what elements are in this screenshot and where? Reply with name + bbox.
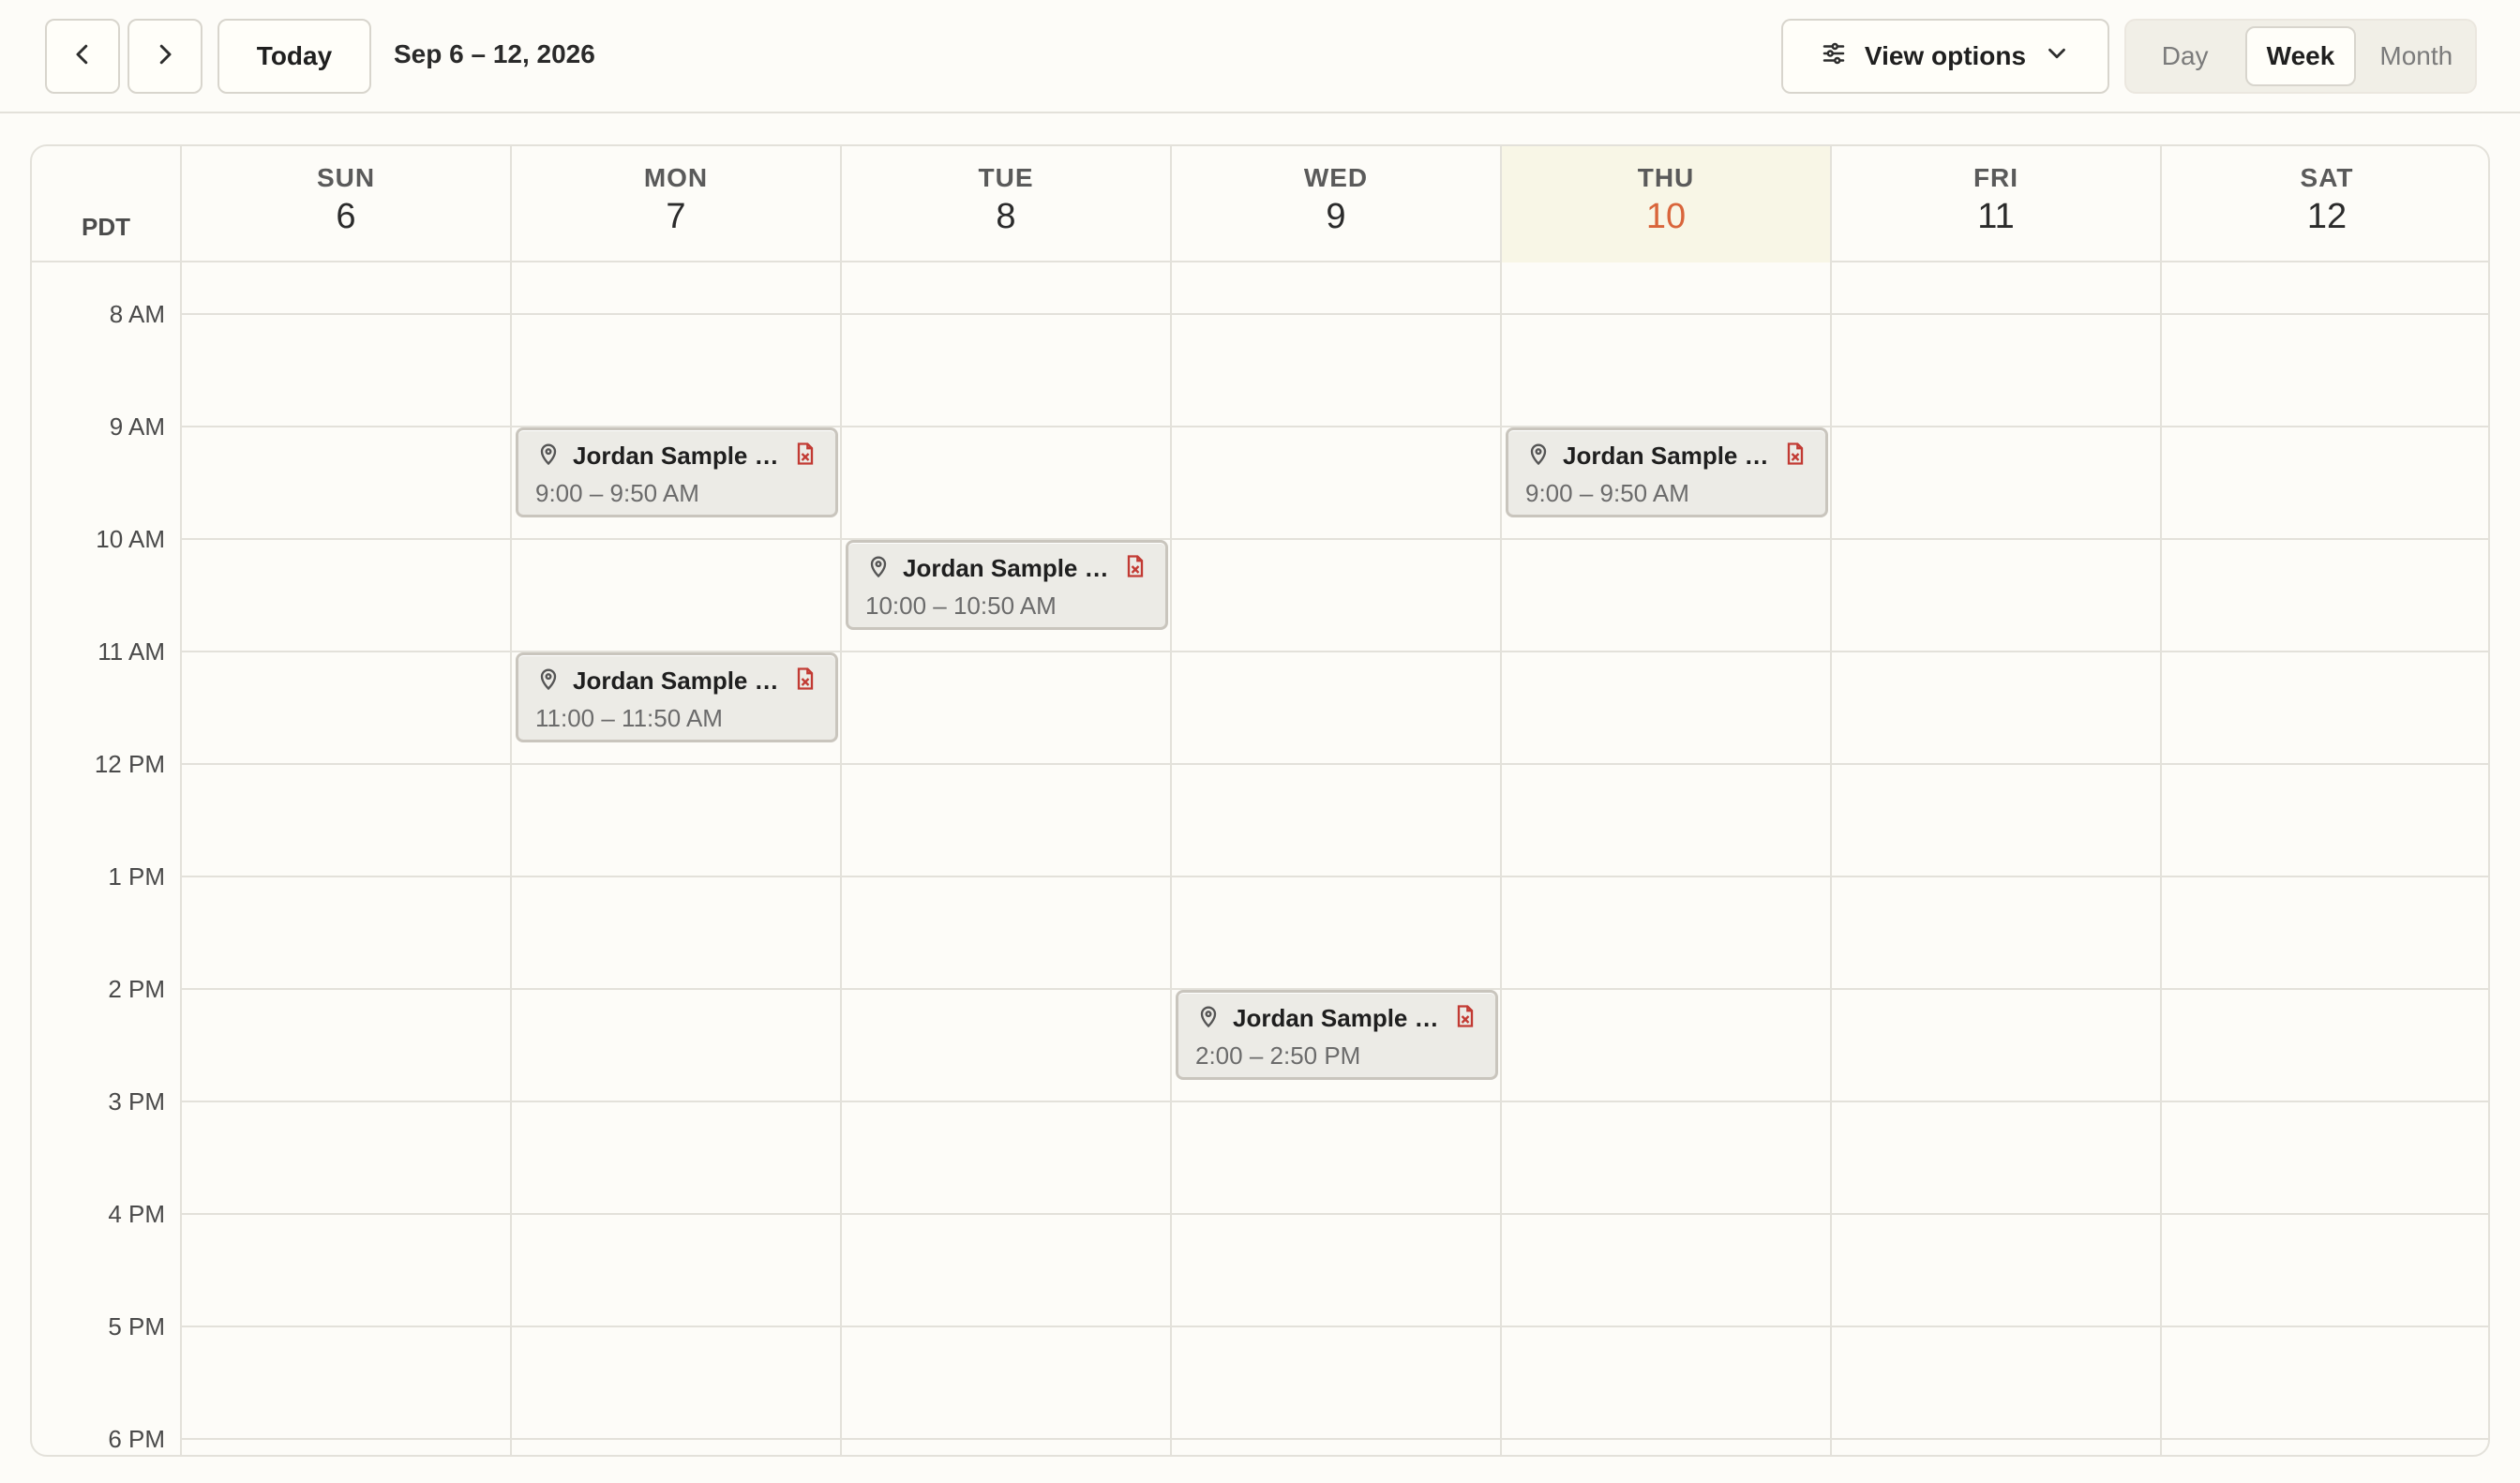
view-options-button[interactable]: View options xyxy=(1781,19,2109,94)
day-name: THU xyxy=(1637,163,1695,192)
document-cancel-icon[interactable] xyxy=(792,441,818,472)
hour-gridline xyxy=(182,1101,2488,1102)
calendar-event[interactable]: Jordan Sample (d... 10:00 – 10:50 AM xyxy=(846,540,1168,630)
time-label: 2 PM xyxy=(108,975,165,1003)
day-number: 8 xyxy=(996,197,1016,236)
event-time: 9:00 – 9:50 AM xyxy=(535,479,699,507)
day-column-wed[interactable] xyxy=(1172,262,1502,1455)
calendar-event[interactable]: Jordan Sample (d... 2:00 – 2:50 PM xyxy=(1176,990,1498,1080)
calendar-event[interactable]: Jordan Sample (d... 11:00 – 11:50 AM xyxy=(516,652,838,742)
event-title: Jordan Sample (d... xyxy=(573,441,781,470)
location-pin-icon xyxy=(865,553,892,584)
day-view-tab[interactable]: Day xyxy=(2132,26,2238,86)
hour-gridline xyxy=(182,763,2488,765)
next-week-button[interactable] xyxy=(128,19,202,94)
day-name: SAT xyxy=(2300,163,2354,192)
time-label: 11 AM xyxy=(98,637,165,666)
event-time: 2:00 – 2:50 PM xyxy=(1195,1041,1361,1070)
time-label: 6 PM xyxy=(108,1425,165,1453)
time-label: 5 PM xyxy=(108,1312,165,1341)
event-title: Jordan Sample (d... xyxy=(1563,441,1771,470)
day-name: WED xyxy=(1303,163,1369,192)
day-number: 10 xyxy=(1645,197,1687,236)
day-header-sun[interactable]: SUN 6 xyxy=(182,146,512,262)
hour-gridline xyxy=(182,1213,2488,1215)
calendar-header: PDT SUN 6 MON 7 TUE 8 WED 9 THU 10 FRI 1… xyxy=(32,146,2488,262)
day-column-tue[interactable] xyxy=(842,262,1172,1455)
day-number: 11 xyxy=(1977,197,2015,236)
time-label: 8 AM xyxy=(109,300,165,328)
time-column: 8 AM 9 AM 10 AM 11 AM 12 PM 1 PM 2 PM 3 … xyxy=(32,262,182,1455)
day-header-tue[interactable]: TUE 8 xyxy=(842,146,1172,262)
calendar-toolbar: Today Sep 6 – 12, 2026 View options Day … xyxy=(0,0,2520,113)
document-cancel-icon[interactable] xyxy=(792,666,818,697)
calendar-event[interactable]: Jordan Sample (d... 9:00 – 9:50 AM xyxy=(1506,427,1828,517)
location-pin-icon xyxy=(535,441,562,472)
hour-gridline xyxy=(182,1326,2488,1327)
document-cancel-icon[interactable] xyxy=(1122,553,1148,584)
event-title: Jordan Sample (d... xyxy=(573,666,781,695)
month-view-tab[interactable]: Month xyxy=(2363,26,2469,86)
time-label: 1 PM xyxy=(108,862,165,891)
chevron-left-icon xyxy=(68,40,97,73)
hour-gridline xyxy=(182,1438,2488,1440)
day-number: 9 xyxy=(1326,197,1346,236)
day-name: SUN xyxy=(316,163,376,192)
day-number: 7 xyxy=(666,197,686,236)
event-time: 10:00 – 10:50 AM xyxy=(865,592,1057,620)
location-pin-icon xyxy=(1195,1003,1222,1034)
calendar-event[interactable]: Jordan Sample (d... 9:00 – 9:50 AM xyxy=(516,427,838,517)
time-label: 10 AM xyxy=(96,525,165,553)
day-column-sat[interactable] xyxy=(2162,262,2488,1455)
chevron-down-icon xyxy=(2043,39,2071,74)
day-name: TUE xyxy=(978,163,1034,192)
view-options-label: View options xyxy=(1864,41,2027,70)
day-column-sun[interactable] xyxy=(182,262,512,1455)
document-cancel-icon[interactable] xyxy=(1782,441,1808,472)
location-pin-icon xyxy=(535,666,562,697)
today-button[interactable]: Today xyxy=(218,19,371,94)
day-header-thu[interactable]: THU 10 xyxy=(1502,146,1832,262)
day-number: 6 xyxy=(336,197,356,236)
previous-week-button[interactable] xyxy=(45,19,120,94)
day-header-mon[interactable]: MON 7 xyxy=(512,146,842,262)
day-name: FRI xyxy=(1972,163,2019,192)
day-name: MON xyxy=(643,163,709,192)
time-label: 4 PM xyxy=(108,1200,165,1228)
day-header-fri[interactable]: FRI 11 xyxy=(1832,146,2162,262)
time-label: 12 PM xyxy=(94,750,165,778)
day-header-sat[interactable]: SAT 12 xyxy=(2162,146,2488,262)
sliders-icon xyxy=(1820,39,1848,74)
day-column-fri[interactable] xyxy=(1832,262,2162,1455)
event-title: Jordan Sample (d... xyxy=(1233,1003,1441,1032)
location-pin-icon xyxy=(1525,441,1552,472)
hour-gridline xyxy=(182,313,2488,315)
timezone-label: PDT xyxy=(32,146,182,262)
day-number: 12 xyxy=(2306,197,2348,236)
hour-gridline xyxy=(182,876,2488,877)
week-view-tab[interactable]: Week xyxy=(2245,26,2356,86)
day-header-wed[interactable]: WED 9 xyxy=(1172,146,1502,262)
chevron-right-icon xyxy=(151,40,179,73)
calendar-grid: 8 AM 9 AM 10 AM 11 AM 12 PM 1 PM 2 PM 3 … xyxy=(32,262,2488,1455)
event-time: 11:00 – 11:50 AM xyxy=(535,704,723,732)
event-title: Jordan Sample (d... xyxy=(903,553,1111,582)
week-calendar: PDT SUN 6 MON 7 TUE 8 WED 9 THU 10 FRI 1… xyxy=(30,144,2490,1457)
hour-gridline xyxy=(182,538,2488,540)
view-mode-switcher: Day Week Month xyxy=(2124,19,2477,94)
event-time: 9:00 – 9:50 AM xyxy=(1525,479,1689,507)
time-label: 3 PM xyxy=(108,1087,165,1116)
date-range-label: Sep 6 – 12, 2026 xyxy=(394,39,595,68)
document-cancel-icon[interactable] xyxy=(1452,1003,1478,1034)
time-label: 9 AM xyxy=(109,412,165,441)
